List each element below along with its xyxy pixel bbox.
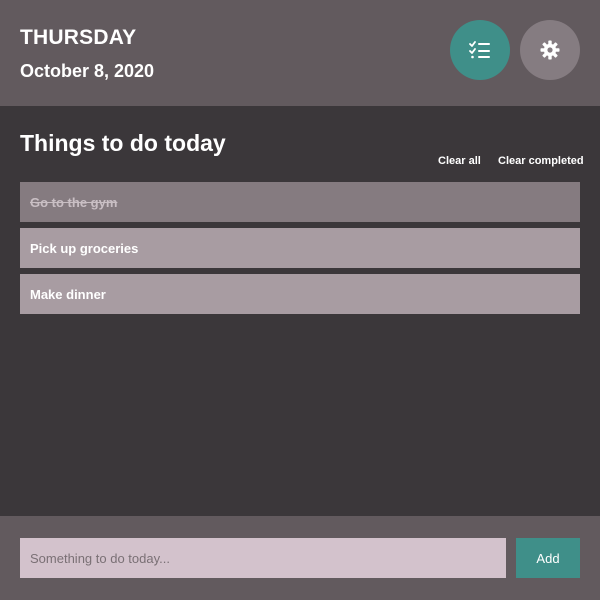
todo-item-label: Pick up groceries xyxy=(30,240,139,256)
todo-item[interactable]: Go to the gym xyxy=(20,182,580,222)
todo-item-label: Make dinner xyxy=(30,286,106,302)
gear-icon xyxy=(540,40,560,60)
todo-list-button[interactable] xyxy=(450,20,510,80)
add-button[interactable]: Add xyxy=(516,538,580,578)
date-heading: October 8, 2020 xyxy=(20,61,155,81)
settings-button[interactable] xyxy=(520,20,580,80)
footer: Add xyxy=(0,516,600,600)
todo-item[interactable]: Pick up groceries xyxy=(20,228,580,268)
todo-item-label: Go to the gym xyxy=(30,194,118,210)
clear-all-button[interactable]: Clear all xyxy=(438,155,481,167)
page-title: Things to do today xyxy=(20,130,226,156)
clear-completed-button[interactable]: Clear completed xyxy=(498,155,584,167)
main-panel: Things to do today Clear all Clear compl… xyxy=(0,106,600,516)
checklist-icon xyxy=(469,41,491,59)
todo-list: Go to the gym Pick up groceries Make din… xyxy=(20,182,580,320)
header: THURSDAY October 8, 2020 xyxy=(0,0,600,106)
todo-item[interactable]: Make dinner xyxy=(20,274,580,314)
new-todo-input[interactable] xyxy=(20,538,506,578)
day-heading: THURSDAY xyxy=(20,26,137,49)
